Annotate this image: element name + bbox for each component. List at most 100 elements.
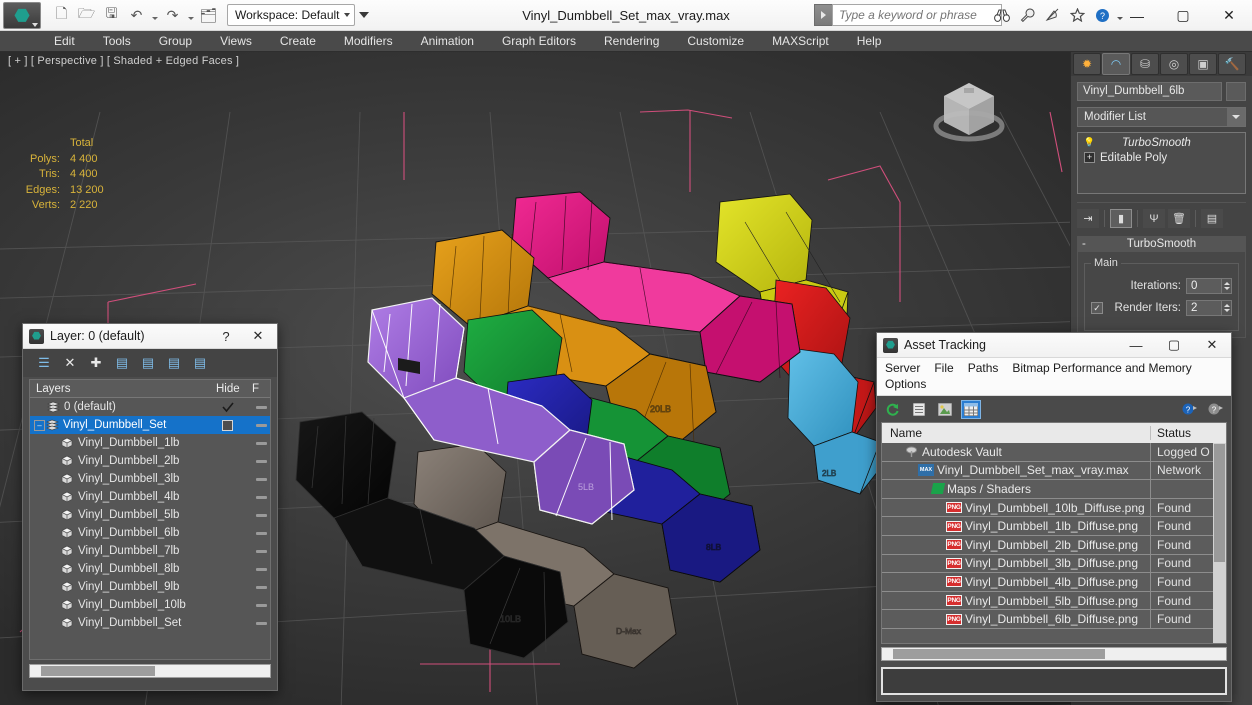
maximize-button[interactable]: ▢ bbox=[1160, 0, 1206, 31]
layer-row[interactable]: Vinyl_Dumbbell_1lb bbox=[30, 434, 270, 452]
menu-item-maxscript[interactable]: MAXScript bbox=[758, 31, 843, 52]
freeze-toggle[interactable] bbox=[252, 477, 270, 481]
freeze-toggle[interactable] bbox=[252, 495, 270, 499]
thumbnail-view-button[interactable] bbox=[935, 400, 955, 419]
pin-stack-button[interactable]: ⇥ bbox=[1077, 209, 1099, 228]
freeze-toggle[interactable] bbox=[252, 459, 270, 463]
make-unique-button[interactable]: Ψ bbox=[1143, 209, 1165, 228]
asset-list-vertical-scrollbar[interactable] bbox=[1213, 443, 1226, 643]
layer-dialog-close-button[interactable]: ✕ bbox=[239, 324, 277, 349]
layer-row[interactable]: Vinyl_Dumbbell_2lb bbox=[30, 452, 270, 470]
object-color-swatch[interactable] bbox=[1226, 82, 1246, 101]
freeze-toggle[interactable] bbox=[252, 603, 270, 607]
iterations-value[interactable]: 0 bbox=[1186, 278, 1222, 294]
layer-row[interactable]: Vinyl_Dumbbell_7lb bbox=[30, 542, 270, 560]
layer-dialog-help-button[interactable]: ? bbox=[213, 324, 239, 349]
render-iters-spinner[interactable]: 2 bbox=[1186, 300, 1232, 316]
layer-row[interactable]: Vinyl_Dumbbell_6lb bbox=[30, 524, 270, 542]
display-tab[interactable]: ▣ bbox=[1189, 53, 1217, 75]
expand-icon[interactable]: + bbox=[1084, 152, 1095, 163]
asset-row[interactable]: PNG Vinyl_Dumbbell_10lb_Diffuse.png Found bbox=[882, 498, 1226, 518]
menu-item-edit[interactable]: Edit bbox=[40, 31, 89, 52]
render-iters-checkbox[interactable]: ✓ bbox=[1091, 302, 1103, 314]
asset-menu-bitmap-performance-and-memory[interactable]: Bitmap Performance and Memory bbox=[1012, 360, 1199, 376]
layer-row[interactable]: Vinyl_Dumbbell_9lb bbox=[30, 578, 270, 596]
layer-row[interactable]: Vinyl_Dumbbell_4lb bbox=[30, 488, 270, 506]
refresh-button[interactable] bbox=[883, 400, 903, 419]
turbosmooth-rollout-header[interactable]: - TurboSmooth bbox=[1077, 236, 1246, 252]
modifier-stack-item-editable-poly[interactable]: + Editable Poly bbox=[1080, 150, 1243, 165]
open-file-icon[interactable]: 🗁 bbox=[75, 4, 98, 27]
freeze-toggle[interactable] bbox=[252, 405, 270, 409]
modifier-stack[interactable]: 💡 TurboSmooth + Editable Poly bbox=[1077, 132, 1246, 194]
undo-dropdown-icon[interactable] bbox=[150, 4, 159, 27]
new-file-icon[interactable]: 🗋 bbox=[50, 4, 73, 27]
asset-row[interactable]: PNG Vinyl_Dumbbell_2lb_Diffuse.png Found bbox=[882, 535, 1226, 555]
scrollbar-thumb[interactable] bbox=[40, 666, 155, 676]
freeze-toggle[interactable] bbox=[252, 585, 270, 589]
spinner-arrows-icon[interactable] bbox=[1222, 300, 1232, 316]
select-highlighted-objects-button[interactable]: ▤ bbox=[139, 354, 157, 372]
menu-item-tools[interactable]: Tools bbox=[89, 31, 145, 52]
asset-menu-server[interactable]: Server bbox=[885, 360, 928, 376]
table-view-button[interactable] bbox=[961, 399, 981, 419]
motion-tab[interactable]: ◎ bbox=[1160, 53, 1188, 75]
expand-collapse-icon[interactable]: – bbox=[34, 419, 45, 431]
freeze-toggle[interactable] bbox=[252, 531, 270, 535]
asset-row[interactable]: PNG Vinyl_Dumbbell_6lb_Diffuse.png Found bbox=[882, 610, 1226, 629]
object-name-field[interactable]: Vinyl_Dumbbell_6lb bbox=[1077, 82, 1222, 101]
layer-row[interactable]: Vinyl_Dumbbell_3lb bbox=[30, 470, 270, 488]
help-gray-icon[interactable]: ? bbox=[1205, 400, 1225, 419]
menu-item-views[interactable]: Views bbox=[206, 31, 266, 52]
help-blue-icon[interactable]: ? bbox=[1179, 400, 1199, 419]
render-iters-value[interactable]: 2 bbox=[1186, 300, 1222, 316]
asset-menu-file[interactable]: File bbox=[934, 360, 961, 376]
asset-row[interactable]: Autodesk Vault Logged O bbox=[882, 443, 1226, 462]
layer-row[interactable]: Vinyl_Dumbbell_8lb bbox=[30, 560, 270, 578]
menu-item-modifiers[interactable]: Modifiers bbox=[330, 31, 407, 52]
iterations-spinner[interactable]: 0 bbox=[1186, 278, 1232, 294]
menu-item-graph-editors[interactable]: Graph Editors bbox=[488, 31, 590, 52]
asset-menu-options[interactable]: Options bbox=[885, 376, 934, 392]
freeze-toggle[interactable] bbox=[252, 549, 270, 553]
remove-modifier-button[interactable]: 🗑 bbox=[1168, 209, 1190, 228]
freeze-toggle[interactable] bbox=[252, 567, 270, 571]
menu-item-help[interactable]: Help bbox=[843, 31, 896, 52]
asset-row[interactable]: PNG Vinyl_Dumbbell_4lb_Diffuse.png Found bbox=[882, 573, 1226, 592]
redo-dropdown-icon[interactable] bbox=[186, 4, 195, 27]
asset-row[interactable]: MAX Vinyl_Dumbbell_Set_max_vray.max Networ… bbox=[882, 461, 1226, 481]
asset-close-button[interactable]: ✕ bbox=[1193, 333, 1231, 358]
asset-list[interactable]: Name Status Autodesk Vault Logged O MAX Vin… bbox=[881, 422, 1227, 644]
close-button[interactable]: ✕ bbox=[1206, 0, 1252, 31]
asset-minimize-button[interactable]: — bbox=[1117, 333, 1155, 358]
hide-unselected-button[interactable]: ▤ bbox=[191, 354, 209, 372]
binoculars-icon[interactable] bbox=[991, 4, 1013, 26]
layer-row[interactable]: – Vinyl_Dumbbell_Set bbox=[30, 416, 270, 434]
asset-maximize-button[interactable]: ▢ bbox=[1155, 333, 1193, 358]
minimize-button[interactable]: — bbox=[1114, 0, 1160, 31]
search-input[interactable] bbox=[839, 8, 1001, 22]
spinner-arrows-icon[interactable] bbox=[1222, 278, 1232, 294]
scrollbar-thumb[interactable] bbox=[1214, 444, 1225, 562]
select-objects-in-layer-button[interactable]: ▤ bbox=[113, 354, 131, 372]
menu-item-animation[interactable]: Animation bbox=[407, 31, 488, 52]
lightbulb-icon[interactable]: 💡 bbox=[1084, 137, 1095, 148]
search-box[interactable] bbox=[832, 4, 1002, 26]
list-view-button[interactable] bbox=[909, 400, 929, 419]
favorites-star-icon[interactable] bbox=[1066, 4, 1088, 26]
application-menu-button[interactable]: ⬣ bbox=[3, 1, 41, 29]
satellite-icon[interactable] bbox=[1041, 4, 1063, 26]
help-icon[interactable]: ? bbox=[1091, 4, 1113, 26]
workspace-selector[interactable]: Workspace: Default bbox=[227, 4, 355, 26]
delete-layer-button[interactable]: ✕ bbox=[61, 354, 79, 372]
utilities-tab[interactable]: 🔨 bbox=[1218, 53, 1246, 75]
wrench-icon[interactable] bbox=[1016, 4, 1038, 26]
asset-row[interactable]: Maps / Shaders bbox=[882, 480, 1226, 499]
hide-toggle[interactable] bbox=[216, 419, 252, 431]
layer-list[interactable]: Layers Hide F 0 (default) – Vinyl_Dumbbell… bbox=[29, 379, 271, 660]
asset-row[interactable]: PNG Vinyl_Dumbbell_1lb_Diffuse.png Found bbox=[882, 517, 1226, 536]
show-end-result-button[interactable]: ▮ bbox=[1110, 209, 1132, 228]
project-folder-icon[interactable]: 🗂 bbox=[197, 4, 220, 27]
menu-item-group[interactable]: Group bbox=[145, 31, 206, 52]
layer-row[interactable]: Vinyl_Dumbbell_Set bbox=[30, 614, 270, 632]
